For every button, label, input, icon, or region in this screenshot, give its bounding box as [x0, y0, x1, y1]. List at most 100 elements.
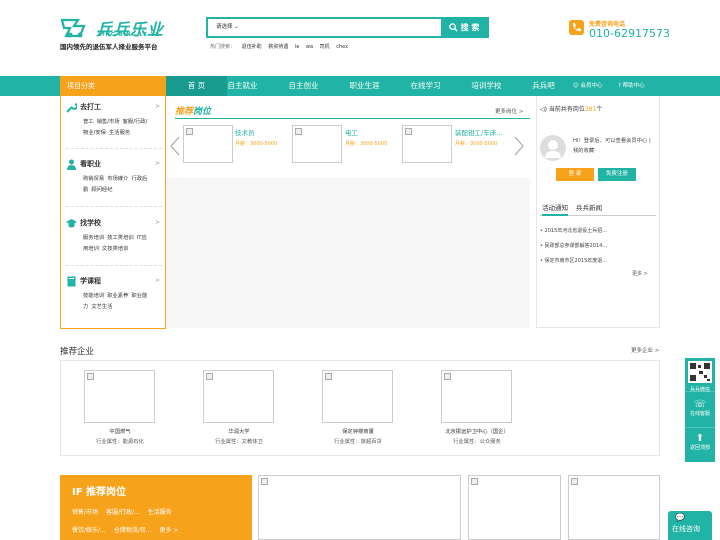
job-image[interactable] — [292, 125, 342, 163]
panel-title: IF 推荐岗位 — [72, 487, 127, 498]
sidebar-link[interactable]: 行政后 — [131, 176, 147, 182]
welcome-text: Hi！登录后，可以查看会员中心 | 我的收藏 — [573, 138, 651, 154]
enterprise-logo[interactable] — [203, 370, 274, 423]
book-icon — [67, 276, 76, 287]
sidebar-group-title[interactable]: 找学校 — [80, 218, 162, 228]
more-news-link[interactable]: 更多 > — [632, 270, 648, 277]
main-nav: 项目分类 首 页 自主就业 自主创业 职业生涯 在线学习 培训学校 兵兵吧 ☺ … — [0, 76, 720, 96]
nav-training-school[interactable]: 培训学校 — [456, 76, 517, 96]
tab-notices[interactable]: 活动通知 — [542, 202, 568, 216]
hot-search-term[interactable]: 司机 — [320, 44, 330, 50]
enterprise-logo[interactable] — [322, 370, 393, 423]
phone-icon — [569, 20, 584, 35]
login-button[interactable]: 登 录 — [556, 168, 594, 181]
sidebar-group-title[interactable]: 看职业 — [80, 159, 162, 169]
content-area — [166, 178, 530, 328]
category-link[interactable]: 餐饮/娱乐/... — [72, 527, 106, 534]
logo-icon[interactable] — [60, 16, 94, 38]
news-item[interactable]: • 民政部总参谋部解答2014... — [540, 242, 655, 249]
sidebar-link[interactable]: 技能培训 — [83, 293, 104, 299]
sidebar-link[interactable]: 力 — [83, 304, 88, 310]
hot-search-term[interactable]: le — [295, 44, 299, 50]
nav-online-learning[interactable]: 在线学习 — [395, 76, 456, 96]
banner-image[interactable] — [568, 475, 660, 540]
category-menu-title[interactable]: 项目分类 — [60, 76, 166, 96]
sidebar-group-title[interactable]: 去打工 — [80, 102, 162, 112]
enterprise-logo[interactable] — [441, 370, 512, 423]
sidebar-group-work[interactable]: 去打工 > 普工 销售/市场 客服/行政/物业/安保 生活服务 — [66, 102, 162, 139]
category-link[interactable]: 销售/市场 — [72, 509, 98, 516]
help-center-link[interactable]: ? 帮助中心 — [618, 76, 645, 96]
back-to-top-button[interactable]: ⬆ 返回顶部 — [685, 428, 715, 462]
nav-career[interactable]: 职业生涯 — [334, 76, 395, 96]
job-title[interactable]: 电工 — [345, 127, 358, 137]
enterprise-name[interactable]: 保定钟楼商厦 — [308, 427, 408, 435]
chevron-down-icon: ⌄ — [234, 24, 239, 30]
divider — [66, 206, 162, 207]
sidebar-link[interactable]: 职业能 — [131, 293, 147, 299]
category-link[interactable]: 生活服务 — [148, 509, 172, 516]
section-title: 推荐企业 — [60, 347, 95, 357]
sidebar-link[interactable]: 物业/安保 — [83, 130, 106, 136]
hot-search-term[interactable]: wa — [306, 44, 313, 50]
sidebar-link[interactable]: 服务培训 — [83, 235, 104, 241]
more-enterprises-link[interactable]: 更多企业 > — [631, 346, 659, 354]
hot-search-term[interactable]: 薪资待遇 — [268, 44, 288, 50]
member-center-link[interactable]: ☺ 会员中心 — [573, 76, 603, 96]
hot-search-term[interactable]: chex — [336, 44, 348, 50]
sidebar-link[interactable]: 用培训 — [83, 246, 99, 252]
sidebar-group-career[interactable]: 看职业 > 购销贸易 市场媒介 行政后勤顾问经纪 — [66, 159, 162, 196]
wrench-icon — [66, 103, 77, 113]
enterprise-name[interactable]: 北京振远护卫中心（国企） — [427, 427, 527, 435]
enterprise-name[interactable]: 中国燃气 — [70, 427, 170, 435]
hot-search-term[interactable]: 退伍补助 — [242, 44, 262, 50]
hot-search-row: 热门搜索： 退伍补助 薪资待遇 le wa 司机 chex — [210, 43, 353, 50]
search-button[interactable]: 搜 索 — [441, 19, 487, 36]
sidebar-group-title[interactable]: 学课程 — [80, 276, 162, 286]
enterprise-name[interactable]: 华润大学 — [189, 427, 289, 435]
category-link[interactable]: 更多 > — [160, 527, 179, 534]
online-consult-button[interactable]: 💬 在线咨询 — [668, 511, 712, 540]
sidebar-link[interactable]: 市场媒介 — [107, 176, 128, 182]
nav-employment[interactable]: 自主就业 — [212, 76, 273, 96]
online-service-button[interactable]: ☏ 在线客服 — [685, 394, 715, 428]
sidebar-link[interactable]: 销售/市场 — [97, 119, 120, 125]
register-button[interactable]: 免费注册 — [598, 168, 636, 181]
arrow-up-icon: ⬆ — [695, 433, 705, 444]
sidebar-group-course[interactable]: 学课程 > 技能培训 职业素养 职业能力文艺生活 — [66, 276, 162, 313]
job-image[interactable] — [183, 125, 233, 163]
search-type-select[interactable]: 请选择 ⌄ — [210, 21, 250, 34]
banner-image[interactable] — [468, 475, 561, 540]
sidebar-link[interactable]: 购销贸易 — [83, 176, 104, 182]
nav-forum[interactable]: 兵兵吧 — [513, 76, 574, 96]
search-bar: 请选择 ⌄ 搜 索 — [206, 17, 489, 38]
banner-image[interactable] — [258, 475, 461, 540]
enterprise-industry: 行业属性：能源石化 — [96, 439, 144, 445]
sidebar-link[interactable]: 职业素养 — [107, 293, 128, 299]
more-jobs-link[interactable]: 更多岗位 > — [495, 107, 523, 115]
job-image[interactable] — [402, 125, 452, 163]
nav-startup[interactable]: 自主创业 — [273, 76, 334, 96]
news-item[interactable]: • 2015年河北省退役士兵招... — [540, 227, 655, 234]
sidebar-link[interactable]: 客服/行政/ — [123, 119, 148, 125]
tab-news[interactable]: 兵兵新闻 — [576, 202, 602, 214]
chevron-right-icon[interactable] — [514, 136, 524, 156]
sidebar-link[interactable]: 普工 — [83, 119, 94, 125]
sidebar-link[interactable]: 顾问经纪 — [91, 187, 112, 193]
category-link[interactable]: 仓储物流/司... — [114, 527, 152, 534]
news-item[interactable]: • 保定市南市区2015年度退... — [540, 257, 655, 264]
sidebar-link[interactable]: 勤 — [83, 187, 88, 193]
sidebar-link[interactable]: 生活服务 — [109, 130, 130, 136]
sidebar-link[interactable]: 技工类培训 — [107, 235, 134, 241]
sidebar-group-school[interactable]: 找学校 > 服务培训 技工类培训 IT应 用培训 文技类培训 — [66, 218, 162, 255]
chevron-left-icon[interactable] — [170, 136, 180, 156]
enterprise-logo[interactable] — [84, 370, 155, 423]
sidebar-link[interactable]: 文艺生活 — [91, 304, 112, 310]
job-title[interactable]: 技术员 — [235, 127, 255, 137]
category-link[interactable]: 客服/行政/... — [106, 509, 140, 516]
sidebar-link[interactable]: IT应 — [137, 235, 147, 241]
wechat-button[interactable]: 兵兵微信 — [685, 358, 715, 393]
sidebar-link[interactable]: 文技类培训 — [102, 246, 129, 252]
job-title[interactable]: 装配钳工/车床... — [455, 127, 502, 137]
search-input[interactable] — [254, 20, 440, 35]
